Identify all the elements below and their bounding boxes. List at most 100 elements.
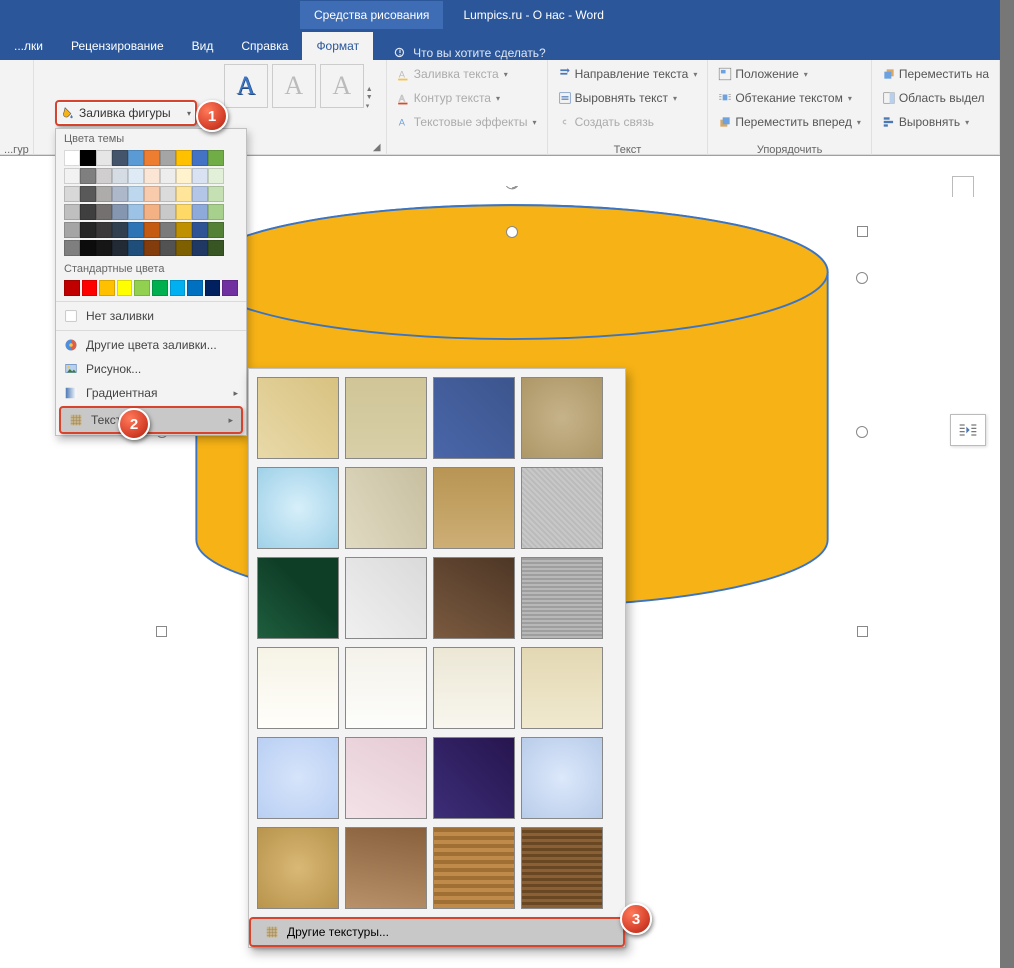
color-swatch[interactable] [112,240,128,256]
color-swatch[interactable] [205,280,221,296]
wordart-dialog-launcher[interactable]: ◢ [370,142,384,156]
color-swatch[interactable] [96,150,112,166]
texture-swatch[interactable] [345,467,427,549]
tab-mailings[interactable]: ...лки [0,32,57,60]
texture-swatch[interactable] [345,827,427,909]
wordart-style[interactable]: A [272,64,316,108]
resize-handle[interactable] [856,426,868,438]
color-swatch[interactable] [64,240,80,256]
color-swatch[interactable] [160,168,176,184]
texture-swatch[interactable] [257,557,339,639]
texture-swatch[interactable] [433,647,515,729]
color-swatch[interactable] [192,168,208,184]
color-swatch[interactable] [144,240,160,256]
texture-swatch[interactable] [257,737,339,819]
texture-swatch[interactable] [433,737,515,819]
selection-pane-button[interactable]: Область выдел [878,86,993,110]
color-swatch[interactable] [208,204,224,220]
color-swatch[interactable] [96,204,112,220]
align-text-button[interactable]: Выровнять текст▾ [554,86,702,110]
texture-swatch[interactable] [257,647,339,729]
color-swatch[interactable] [176,150,192,166]
color-swatch[interactable] [176,186,192,202]
color-swatch[interactable] [208,222,224,238]
texture-swatch[interactable] [521,467,603,549]
color-swatch[interactable] [160,204,176,220]
text-effects-button[interactable]: AТекстовые эффекты▾ [393,110,541,134]
color-swatch[interactable] [160,240,176,256]
color-swatch[interactable] [80,222,96,238]
texture-swatch[interactable] [521,737,603,819]
tab-format[interactable]: Формат [302,32,373,60]
more-textures-item[interactable]: Другие текстуры... [249,917,625,947]
tell-me[interactable]: Что вы хотите сделать? [373,46,566,60]
texture-swatch[interactable] [345,377,427,459]
color-swatch[interactable] [128,168,144,184]
color-swatch[interactable] [128,150,144,166]
color-swatch[interactable] [112,186,128,202]
color-swatch[interactable] [176,240,192,256]
bring-forward-button[interactable]: Переместить вперед▾ [714,110,865,134]
color-swatch[interactable] [64,222,80,238]
color-swatch[interactable] [176,168,192,184]
color-swatch[interactable] [64,168,80,184]
color-swatch[interactable] [96,186,112,202]
color-swatch[interactable] [80,240,96,256]
no-fill-item[interactable]: Нет заливки [56,304,246,328]
color-swatch[interactable] [112,222,128,238]
wrap-text-button[interactable]: Обтекание текстом▾ [714,86,865,110]
color-swatch[interactable] [152,280,168,296]
send-backward-button[interactable]: Переместить на [878,62,993,86]
texture-swatch[interactable] [521,557,603,639]
color-swatch[interactable] [117,280,133,296]
color-swatch[interactable] [128,240,144,256]
tab-review[interactable]: Рецензирование [57,32,178,60]
color-swatch[interactable] [144,204,160,220]
text-direction-button[interactable]: Направление текста▾ [554,62,702,86]
texture-swatch[interactable] [433,377,515,459]
texture-swatch[interactable] [345,647,427,729]
color-swatch[interactable] [64,204,80,220]
tab-help[interactable]: Справка [227,32,302,60]
color-swatch[interactable] [128,204,144,220]
text-outline-button[interactable]: AКонтур текста▾ [393,86,541,110]
color-swatch[interactable] [144,222,160,238]
color-swatch[interactable] [160,186,176,202]
resize-handle[interactable] [856,272,868,284]
resize-handle[interactable] [857,626,868,637]
wordart-style[interactable]: A [320,64,364,108]
texture-swatch[interactable] [345,557,427,639]
color-swatch[interactable] [208,150,224,166]
color-swatch[interactable] [160,150,176,166]
position-button[interactable]: Положение▾ [714,62,865,86]
picture-fill-item[interactable]: Рисунок... [56,357,246,381]
texture-swatch[interactable] [433,557,515,639]
resize-handle[interactable] [156,626,167,637]
color-swatch[interactable] [192,150,208,166]
color-swatch[interactable] [176,222,192,238]
texture-swatch[interactable] [521,827,603,909]
color-swatch[interactable] [112,150,128,166]
shape-fill-button[interactable]: Заливка фигуры ▾ [55,100,197,126]
color-swatch[interactable] [192,204,208,220]
texture-fill-item[interactable]: Текстура▸ [59,406,243,434]
texture-swatch[interactable] [257,377,339,459]
resize-handle[interactable] [857,226,868,237]
color-swatch[interactable] [144,150,160,166]
color-swatch[interactable] [96,168,112,184]
texture-swatch[interactable] [433,827,515,909]
color-swatch[interactable] [192,240,208,256]
color-swatch[interactable] [64,280,80,296]
color-swatch[interactable] [170,280,186,296]
color-swatch[interactable] [80,150,96,166]
layout-options-button[interactable] [950,414,986,446]
color-swatch[interactable] [64,186,80,202]
color-swatch[interactable] [96,240,112,256]
texture-swatch[interactable] [257,827,339,909]
create-link-button[interactable]: Создать связь [554,110,702,134]
color-swatch[interactable] [82,280,98,296]
color-swatch[interactable] [80,186,96,202]
texture-swatch[interactable] [521,647,603,729]
color-swatch[interactable] [192,186,208,202]
color-swatch[interactable] [80,168,96,184]
